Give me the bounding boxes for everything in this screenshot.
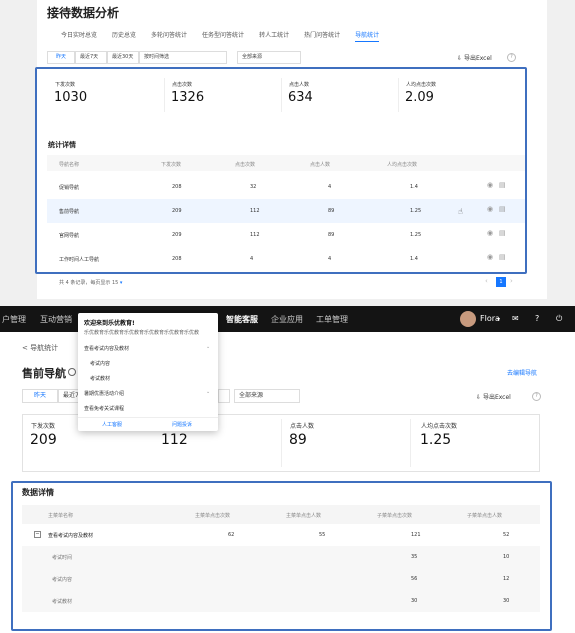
filter-yesterday[interactable]: 昨天 — [47, 51, 75, 64]
tab-hot[interactable]: 热门问答统计 — [304, 30, 340, 42]
pagination-info: 共 4 条记录，每页显示 15 ▾ — [59, 279, 122, 286]
tab-bar: 今日实时总览 历史总览 多轮问答统计 任务型问答统计 转人工统计 热门问答统计 … — [61, 30, 394, 42]
filter-last7[interactable]: 最近7天 — [75, 51, 107, 64]
stat-label-users: 点击人数 — [290, 423, 315, 430]
human-service-button[interactable]: 人工客服 — [102, 421, 122, 428]
user-chevron-icon[interactable]: ▾ — [497, 316, 500, 323]
page-title: 接待数据分析 — [47, 6, 120, 20]
preview-icon[interactable] — [68, 368, 76, 376]
chevron-down-icon[interactable]: ⌄ — [206, 389, 210, 395]
filter-last30[interactable]: 最近30天 — [107, 51, 139, 64]
nav-item[interactable]: 企业应用 — [271, 314, 303, 325]
highlight-frame — [35, 67, 527, 274]
export-excel-button[interactable]: ⇩ 导出Excel — [457, 53, 492, 62]
page-size-chevron-icon[interactable]: ▾ — [120, 280, 123, 286]
export-label: 导出Excel — [463, 55, 492, 62]
stat-value-users: 89 — [289, 432, 307, 448]
nav-item-active[interactable]: 智能客服 — [226, 314, 258, 325]
page-title: 售前导航 — [22, 367, 66, 380]
stat-value-sent: 209 — [30, 432, 57, 448]
divider — [78, 417, 218, 418]
nav-item[interactable]: 互动营销 — [40, 314, 72, 325]
stat-value-clicks: 112 — [161, 432, 188, 448]
tab-nav-stats[interactable]: 导航统计 — [355, 30, 380, 42]
stat-value-avg: 1.25 — [420, 432, 452, 448]
popup-subtitle: 乐优教育乐优教育乐优教育乐优教育乐优教育乐优教 — [84, 330, 200, 336]
help-icon[interactable]: ? — [532, 392, 541, 401]
breadcrumb[interactable]: < 导航统计 — [22, 343, 58, 353]
complaint-button[interactable]: 问题投诉 — [172, 421, 192, 428]
filter-time-select[interactable] — [218, 389, 230, 403]
export-excel-button[interactable]: ⇩ 导出Excel — [476, 392, 511, 401]
filter-yesterday[interactable]: 昨天 — [22, 389, 58, 403]
filter-source-select[interactable]: 全部来源 — [237, 51, 301, 64]
stat-label-sent: 下发次数 — [31, 423, 56, 430]
nav-item[interactable]: 工单管理 — [316, 314, 348, 325]
page-1-button[interactable]: 1 — [496, 277, 506, 287]
filter-source-select[interactable]: 全部来源 — [234, 389, 300, 403]
popup-subitem[interactable]: 考试教材 — [90, 375, 110, 382]
tab-multiround[interactable]: 多轮问答统计 — [151, 30, 187, 42]
divider — [410, 419, 411, 467]
chevron-down-icon[interactable]: ⌄ — [206, 344, 210, 350]
avatar[interactable] — [460, 311, 476, 327]
next-page-icon[interactable]: › — [510, 277, 513, 285]
nav-preview-popup: 欢迎来到乐优教育! 乐优教育乐优教育乐优教育乐优教育乐优教育乐优教 查看考试内容… — [78, 313, 218, 431]
popup-item[interactable]: 暑期优惠活动介绍 — [84, 390, 124, 397]
help-icon[interactable]: ? — [507, 53, 516, 62]
logout-icon[interactable]: ⏻ — [556, 314, 562, 324]
nav-item[interactable]: 户管理 — [2, 314, 26, 325]
tab-realtime[interactable]: 今日实时总览 — [61, 30, 97, 42]
popup-title: 欢迎来到乐优教育! — [84, 320, 135, 327]
mail-icon[interactable]: ✉ — [512, 314, 519, 323]
export-label: 导出Excel — [482, 394, 511, 401]
tab-history[interactable]: 历史总览 — [112, 30, 136, 42]
popup-item[interactable]: 查看考试内容及教材 — [84, 345, 129, 352]
popup-item[interactable]: 查看免考关试课程 — [84, 405, 124, 412]
tab-task[interactable]: 任务型问答统计 — [202, 30, 244, 42]
popup-subitem[interactable]: 考试内容 — [90, 360, 110, 367]
tab-transfer[interactable]: 转人工统计 — [259, 30, 289, 42]
divider — [281, 419, 282, 467]
stat-label-avg: 人均点击次数 — [421, 423, 458, 430]
edit-nav-link[interactable]: 去编辑导航 — [507, 368, 537, 377]
filter-time-select[interactable]: 按时间筛选 — [139, 51, 227, 64]
pagination-text: 共 4 条记录，每页显示 15 — [59, 280, 119, 286]
prev-page-icon[interactable]: ‹ — [485, 277, 488, 285]
help-circle-icon[interactable]: ? — [535, 314, 539, 323]
highlight-frame — [11, 481, 552, 631]
